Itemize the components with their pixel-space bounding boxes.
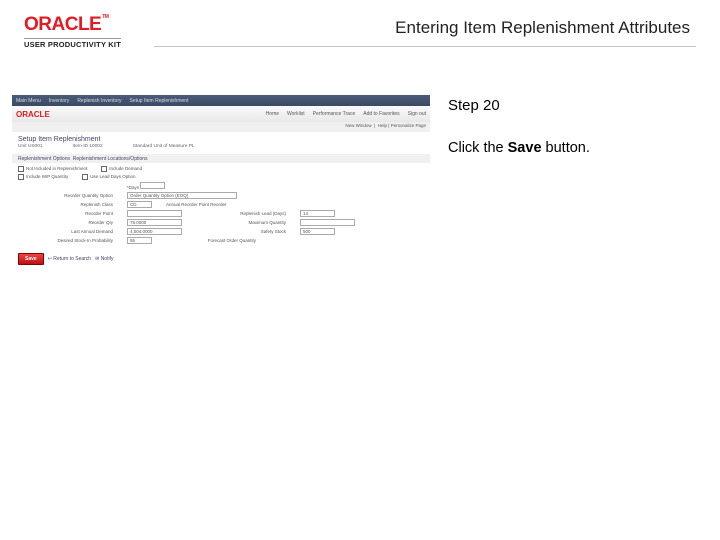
lbl-reorder-opt: Reorder Quantity Option xyxy=(18,193,113,198)
instr-bold: Save xyxy=(508,140,542,156)
tab-replenish-options: Replenishment Options xyxy=(18,156,70,162)
ss-button-row: Save ↩ Return to Search ✉ Notify xyxy=(12,247,430,271)
title-area: Entering Item Replenishment Attributes xyxy=(154,14,696,47)
crumb: Inventory xyxy=(49,98,70,104)
chk-wip: Include WIP Quantity xyxy=(26,174,68,179)
days-field xyxy=(140,182,165,189)
save-button[interactable]: Save xyxy=(18,253,44,265)
brand-block: ORACLETM USER PRODUCTIVITY KIT xyxy=(24,14,154,49)
std-label: Standard Unit of Measure xyxy=(133,144,188,149)
fld-reorder-pt xyxy=(127,210,182,217)
tm-mark: TM xyxy=(102,14,108,20)
lbl-last-ann: Last Annual Demand xyxy=(18,229,113,234)
unit-label: Unit xyxy=(18,144,27,149)
instr-suffix: button. xyxy=(542,140,590,156)
item-val: 10002 xyxy=(89,144,102,149)
ss-setup-head: Setup Item Replenishment Unit US001 Item… xyxy=(12,132,430,152)
unit-val: US001 xyxy=(28,144,43,149)
lbl-replen-lead: Replenish Lead (Days) xyxy=(196,211,286,216)
chk-not-incl: Not Included in Replenishment xyxy=(26,166,87,171)
subbrand-text: USER PRODUCTIVITY KIT xyxy=(24,38,121,49)
fld-reorder-opt: Order Quantity Option (EOQ) xyxy=(127,192,237,199)
page-title: Entering Item Replenishment Attributes xyxy=(395,18,690,37)
instruction-panel: Step 20 Click the Save button. xyxy=(448,95,696,279)
lbl-reorder-pt: Reorder Point xyxy=(18,211,113,216)
lbl-fcst: Forecast Order Quantity xyxy=(166,238,256,243)
fld-safety: 500 xyxy=(300,228,335,235)
return-link-text: Return to Search xyxy=(53,256,91,262)
lbl-reorder-qty: Reorder Qty xyxy=(18,220,113,225)
chk-demand: Include Demand xyxy=(109,166,142,171)
ss-brand-bar: ORACLE Home Worklist Performance Trace A… xyxy=(12,106,430,122)
nav-home: Home xyxy=(266,111,279,117)
ss-tab-bar: Replenishment Options Replenishment Loca… xyxy=(12,154,430,163)
notify-link-text: Notify xyxy=(101,256,114,262)
fld-replen-class: CD xyxy=(127,201,152,208)
ss-breadcrumb-bar: Main Menu Inventory Replenish Inventory … xyxy=(12,95,430,106)
crumb: Replenish Inventory xyxy=(77,98,121,104)
checkbox-icon xyxy=(82,174,88,180)
fld-reorder-qty: 78.0000 xyxy=(127,219,182,226)
nav-worklist: Worklist xyxy=(287,111,305,117)
nav-signout: Sign out xyxy=(408,111,426,117)
lbl-replen-class: Replenish Class xyxy=(18,202,113,207)
checkbox-icon xyxy=(101,166,107,172)
crumb: Setup Item Replenishment xyxy=(130,98,189,104)
return-link: ↩ Return to Search xyxy=(48,256,91,262)
oracle-logo: ORACLETM xyxy=(24,14,108,36)
subnav-left: New Window xyxy=(345,123,371,128)
nav-trace: Performance Trace xyxy=(313,111,356,117)
checkbox-icon xyxy=(18,166,24,172)
step-label: Step 20 xyxy=(448,95,696,116)
lbl-desired-stock: Desired Stock-In Probability xyxy=(18,238,113,243)
checkbox-icon xyxy=(18,174,24,180)
lbl-max-qty: Maximum Quantity xyxy=(196,220,286,225)
ss-options-grid: Not Included in Replenishment Include De… xyxy=(12,163,430,247)
fld-last-ann: 4,004.0000 xyxy=(127,228,182,235)
fld-replen-lead: 14 xyxy=(300,210,335,217)
instruction-text: Click the Save button. xyxy=(448,138,696,158)
notify-link: ✉ Notify xyxy=(95,256,113,262)
fld-max-qty xyxy=(300,219,355,226)
item-label: Item ID xyxy=(73,144,88,149)
std-val: PL xyxy=(189,144,195,149)
ss-nav: Home Worklist Performance Trace Add to F… xyxy=(266,111,426,117)
embedded-screenshot: Main Menu Inventory Replenish Inventory … xyxy=(12,95,430,279)
brand-text: ORACLE xyxy=(24,14,101,35)
ss-page-heading: Setup Item Replenishment xyxy=(18,136,424,143)
days-label: Days xyxy=(129,185,139,190)
replen-class-desc: Annual Reorder Point Reorder xyxy=(166,202,227,207)
fld-desired-stock: 95 xyxy=(127,237,152,244)
ss-oracle-logo: ORACLE xyxy=(16,110,50,119)
ss-subnav: New Window | Help | Personalize Page xyxy=(12,122,430,132)
chk-lead: Use Lead Days Option xyxy=(90,174,135,179)
nav-fav: Add to Favorites xyxy=(363,111,399,117)
instr-prefix: Click the xyxy=(448,140,508,156)
lbl-safety: Safety Stock xyxy=(196,229,286,234)
crumb: Main Menu xyxy=(16,98,41,104)
tab-replenish-locations: Replenishment Locations/Options xyxy=(73,156,148,162)
subnav-right: Help | Personalize Page xyxy=(378,123,426,128)
